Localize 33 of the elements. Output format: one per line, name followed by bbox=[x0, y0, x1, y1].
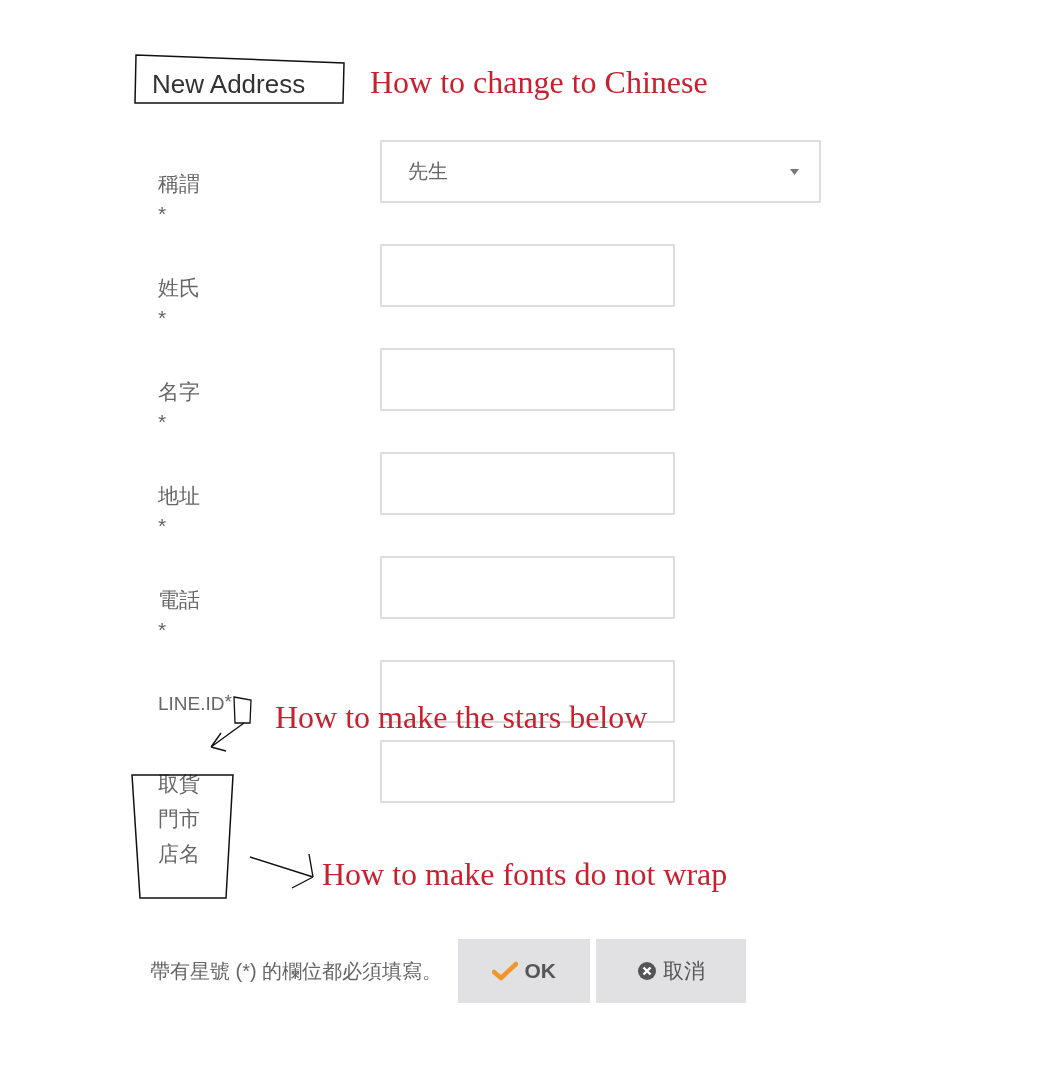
input-field[interactable] bbox=[380, 452, 675, 515]
input-field[interactable] bbox=[380, 556, 675, 619]
annotation-text: How to change to Chinese bbox=[370, 63, 708, 102]
field-label: 姓氏 bbox=[158, 275, 200, 301]
annotation-text: How to make the stars below bbox=[275, 698, 648, 737]
title-select[interactable]: 先生 bbox=[380, 140, 821, 203]
close-icon bbox=[637, 961, 658, 981]
form-title: New Address bbox=[152, 70, 306, 98]
ok-button[interactable]: OK bbox=[458, 939, 591, 1003]
cancel-button[interactable]: 取消 bbox=[596, 939, 747, 1003]
field-label: 電話 bbox=[158, 587, 200, 613]
annotation-text: How to make fonts do not wrap bbox=[322, 855, 728, 894]
caret-icon bbox=[790, 168, 799, 175]
select-value: 先生 bbox=[408, 159, 448, 184]
required-mark: * bbox=[158, 201, 167, 227]
annotation-arrow bbox=[210, 722, 245, 752]
field-label: 名字 bbox=[158, 379, 200, 405]
field-label: 取貨門市店名 bbox=[158, 771, 201, 867]
required-mark: * bbox=[158, 305, 167, 331]
field-label: LINE.ID bbox=[158, 692, 225, 716]
required-mark: * bbox=[224, 690, 232, 714]
input-field[interactable] bbox=[380, 740, 675, 803]
input-field[interactable] bbox=[380, 244, 675, 307]
required-mark: * bbox=[158, 617, 167, 643]
required-note: 帶有星號 (*) 的欄位都必須填寫。 bbox=[150, 958, 443, 984]
required-mark: * bbox=[158, 513, 167, 539]
annotation-frame bbox=[233, 696, 252, 724]
input-field[interactable] bbox=[380, 348, 675, 411]
required-mark: * bbox=[158, 409, 167, 435]
check-icon bbox=[492, 961, 519, 981]
field-label: 稱謂 bbox=[158, 171, 200, 197]
field-label: 地址 bbox=[158, 483, 200, 509]
annotation-arrow bbox=[249, 853, 314, 889]
